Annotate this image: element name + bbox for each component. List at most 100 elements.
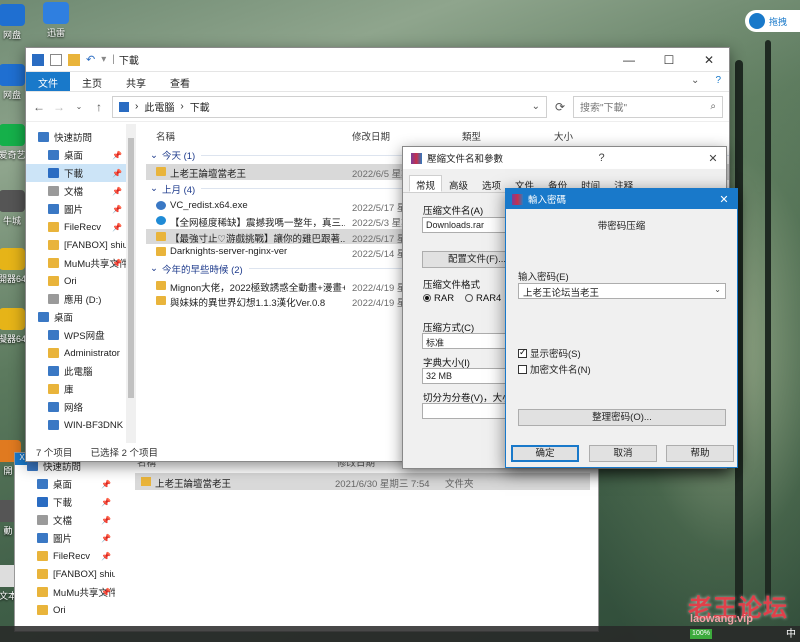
- checkbox-icon[interactable]: [518, 347, 527, 358]
- chevron-down-icon[interactable]: ⌄: [150, 150, 158, 161]
- chevron-down-icon[interactable]: ⌄: [150, 183, 158, 194]
- pin-icon[interactable]: 📌: [101, 534, 111, 543]
- pin-icon[interactable]: 📌: [112, 187, 122, 196]
- password-input[interactable]: 上老王论坛当老王 ⌄: [518, 283, 726, 299]
- minimize-button[interactable]: —: [609, 48, 649, 72]
- sidebar-item[interactable]: WIN-BF3DNK: [26, 416, 126, 434]
- format-option-rar4[interactable]: RAR4: [465, 293, 501, 304]
- pin-icon[interactable]: 📌: [112, 169, 122, 178]
- sidebar-item[interactable]: Ori: [26, 272, 126, 290]
- tab-file[interactable]: 文件: [26, 72, 70, 91]
- tab-home[interactable]: 主页: [70, 72, 114, 91]
- tab-advanced[interactable]: 高级: [442, 175, 475, 192]
- encrypt-filenames-checkbox[interactable]: 加密文件名(N): [518, 362, 591, 376]
- desktop-icon-xunlei[interactable]: 迅雷: [38, 2, 74, 39]
- pin-icon[interactable]: 📌: [112, 151, 122, 160]
- close-button[interactable]: ✕: [700, 152, 726, 165]
- floating-drag-widget[interactable]: 拖拽: [745, 10, 800, 32]
- address-bar[interactable]: › 此電腦 › 下載 ⌄: [112, 95, 547, 118]
- help-icon[interactable]: ?: [589, 152, 615, 164]
- address-dropdown-icon[interactable]: ⌄: [532, 101, 540, 112]
- column-header-name[interactable]: 名稱: [156, 129, 175, 143]
- sidebar-item[interactable]: MuMu共享文件 📌: [26, 254, 126, 272]
- refresh-icon[interactable]: ⟳: [553, 100, 567, 114]
- file-row[interactable]: 上老王論壇當老王 2021/6/30 星期三 7:54 文件夾: [135, 473, 590, 490]
- help-button[interactable]: 帮助: [666, 445, 734, 462]
- tab-general[interactable]: 常规: [409, 175, 443, 192]
- sidebar-item[interactable]: 圖片 📌: [26, 200, 126, 218]
- show-password-checkbox[interactable]: 显示密码(S): [518, 346, 581, 360]
- desktop-icon-cloud-disk[interactable]: 网盘: [0, 4, 30, 41]
- sidebar-item-mumu[interactable]: MuMu共享文件 📌: [15, 583, 115, 601]
- sidebar-item[interactable]: Administrator: [26, 344, 126, 362]
- explorer-window-background[interactable]: X 快速訪問 桌面 📌 下載 📌 文檔 📌 圖片 📌 FileRecv 📌 [FANBOX…: [14, 452, 599, 632]
- tab-view[interactable]: 查看: [158, 72, 202, 91]
- help-icon[interactable]: ?: [707, 72, 729, 91]
- pin-icon[interactable]: 📌: [112, 223, 122, 232]
- title-bar[interactable]: ↶ ▾ | 下載 — ☐ ✕: [26, 48, 729, 72]
- password-dialog[interactable]: 輸入密碼 ✕ 带密码压缩 输入密码(E) 上老王论坛当老王 ⌄ 显示密码(S) …: [505, 188, 738, 468]
- sidebar-item-filerecv[interactable]: FileRecv 📌: [15, 547, 115, 565]
- expand-ribbon-icon[interactable]: ⌄: [683, 72, 707, 91]
- sidebar-item[interactable]: 庫: [26, 380, 126, 398]
- checkbox-icon[interactable]: [518, 365, 527, 374]
- sidebar-item[interactable]: 此電腦: [26, 362, 126, 380]
- close-button[interactable]: ✕: [711, 193, 737, 206]
- column-header-modified[interactable]: 修改日期: [352, 129, 390, 143]
- sidebar-item[interactable]: 桌面 📌: [26, 146, 126, 164]
- chevron-down-icon[interactable]: ⌄: [714, 285, 721, 294]
- close-button[interactable]: ✕: [689, 48, 729, 72]
- sidebar-item[interactable]: 文檔 📌: [26, 182, 126, 200]
- pin-icon[interactable]: 📌: [101, 516, 111, 525]
- sidebar-item-documents[interactable]: 文檔 📌: [15, 511, 115, 529]
- sidebar-scrollbar[interactable]: [126, 124, 136, 443]
- scrollbar-thumb[interactable]: [128, 138, 134, 398]
- tab-share[interactable]: 共享: [114, 72, 158, 91]
- cancel-button[interactable]: 取消: [589, 445, 657, 462]
- sidebar-item-downloads[interactable]: 下載 📌: [15, 493, 115, 511]
- organize-passwords-button[interactable]: 整理密码(O)...: [518, 409, 726, 426]
- radio-icon[interactable]: [465, 294, 473, 302]
- sidebar-item-pictures[interactable]: 圖片 📌: [15, 529, 115, 547]
- input-method-indicator[interactable]: 中: [786, 625, 796, 640]
- tab-options[interactable]: 选项: [475, 175, 508, 192]
- sidebar-item[interactable]: 應用 (D:): [26, 290, 126, 308]
- pin-icon[interactable]: 📌: [101, 498, 111, 507]
- search-input[interactable]: 搜索"下載" ⌕: [573, 95, 723, 118]
- format-option-rar[interactable]: RAR: [423, 293, 454, 304]
- sidebar-item-desktop[interactable]: 桌面 📌: [15, 475, 115, 493]
- back-icon[interactable]: ←: [32, 100, 46, 114]
- dialog-title-bar[interactable]: 壓縮文件名和參數 ? ✕: [403, 147, 726, 169]
- sidebar-item[interactable]: FileRecv 📌: [26, 218, 126, 236]
- sidebar-item[interactable]: [FANBOX] shiu: [26, 236, 126, 254]
- pin-icon[interactable]: 📌: [112, 259, 122, 268]
- column-header-size[interactable]: 大小: [554, 129, 573, 143]
- sidebar-item[interactable]: 下載 📌: [26, 164, 126, 182]
- sidebar-item[interactable]: 快速訪問: [26, 128, 126, 146]
- customize-toolbar-icon[interactable]: ▾: [101, 54, 106, 65]
- recent-locations-icon[interactable]: ⌄: [72, 102, 86, 111]
- new-folder-icon[interactable]: [68, 53, 80, 66]
- sidebar-item-fanbox[interactable]: [FANBOX] shiu: [15, 565, 115, 583]
- pin-icon[interactable]: 📌: [112, 205, 122, 214]
- sidebar-item[interactable]: 桌面: [26, 308, 126, 326]
- dialog-title-bar[interactable]: 輸入密碼 ✕: [506, 189, 737, 209]
- pin-icon[interactable]: 📌: [101, 588, 111, 597]
- pin-icon[interactable]: 📌: [101, 480, 111, 489]
- sidebar-item[interactable]: 网络: [26, 398, 126, 416]
- radio-icon[interactable]: [423, 294, 431, 302]
- ok-button[interactable]: 确定: [511, 445, 579, 462]
- breadcrumb-downloads[interactable]: 下載: [190, 99, 210, 114]
- forward-icon[interactable]: →: [52, 100, 66, 114]
- maximize-button[interactable]: ☐: [649, 48, 689, 72]
- up-icon[interactable]: ↑: [92, 100, 106, 114]
- column-header-type[interactable]: 類型: [462, 129, 481, 143]
- breadcrumb-this-pc[interactable]: 此電腦: [144, 99, 174, 114]
- download-icon[interactable]: [32, 53, 44, 66]
- sidebar-item-ori[interactable]: Ori: [15, 601, 115, 619]
- properties-icon[interactable]: [50, 53, 62, 66]
- battery-indicator[interactable]: 100%: [690, 629, 712, 639]
- undo-icon[interactable]: ↶: [86, 53, 95, 66]
- pin-icon[interactable]: 📌: [101, 552, 111, 561]
- sidebar-item[interactable]: WPS网盘: [26, 326, 126, 344]
